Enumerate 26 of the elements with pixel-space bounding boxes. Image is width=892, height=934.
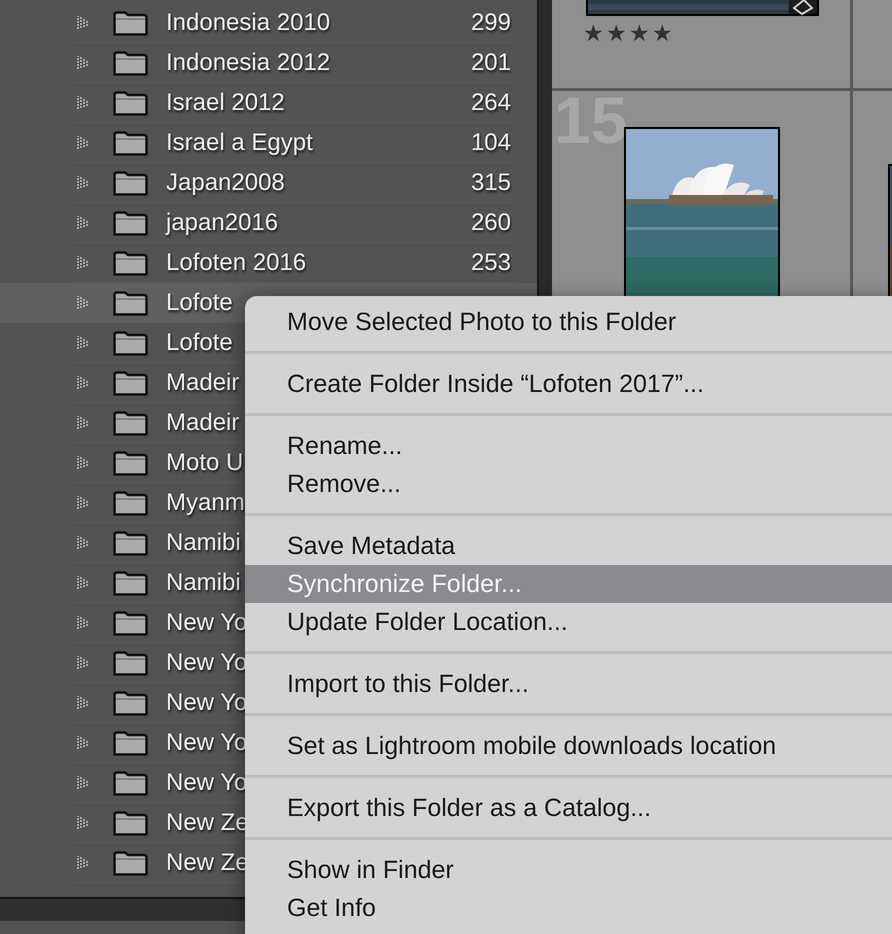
- star-icon: ★: [652, 22, 673, 45]
- folder-name: Lofoten 2016: [166, 249, 306, 277]
- folder-name: Israel a Egypt: [166, 129, 313, 157]
- folder-name: Myanm: [166, 489, 245, 517]
- photo-count: 104: [470, 129, 511, 157]
- photo-count: 253: [470, 249, 511, 277]
- photo-count: 315: [470, 169, 511, 197]
- star-icon: ★: [606, 22, 627, 45]
- folder-name: Moto U: [166, 449, 244, 477]
- photo-count: 260: [470, 209, 511, 237]
- folder-name: Israel 2012: [166, 89, 285, 117]
- folder-name: Japan2008: [166, 169, 285, 197]
- star-icon: ★: [629, 22, 650, 45]
- folder-name: Namibi: [166, 529, 241, 557]
- folder-name: Madeir: [166, 369, 240, 397]
- photo-count: 264: [470, 89, 511, 117]
- folder-name: japan2016: [166, 209, 278, 237]
- photo-count: 299: [470, 9, 511, 37]
- folder-name: Namibi: [166, 569, 241, 597]
- folder-name: Indonesia 2010: [166, 9, 330, 37]
- star-icon: ★: [583, 22, 604, 45]
- folder-name: Lofote: [166, 289, 233, 317]
- folder-name: Lofote: [166, 329, 233, 357]
- folder-name: Indonesia 2012: [166, 49, 330, 77]
- photo-count: 201: [470, 49, 511, 77]
- folder-name: Madeir: [166, 409, 240, 437]
